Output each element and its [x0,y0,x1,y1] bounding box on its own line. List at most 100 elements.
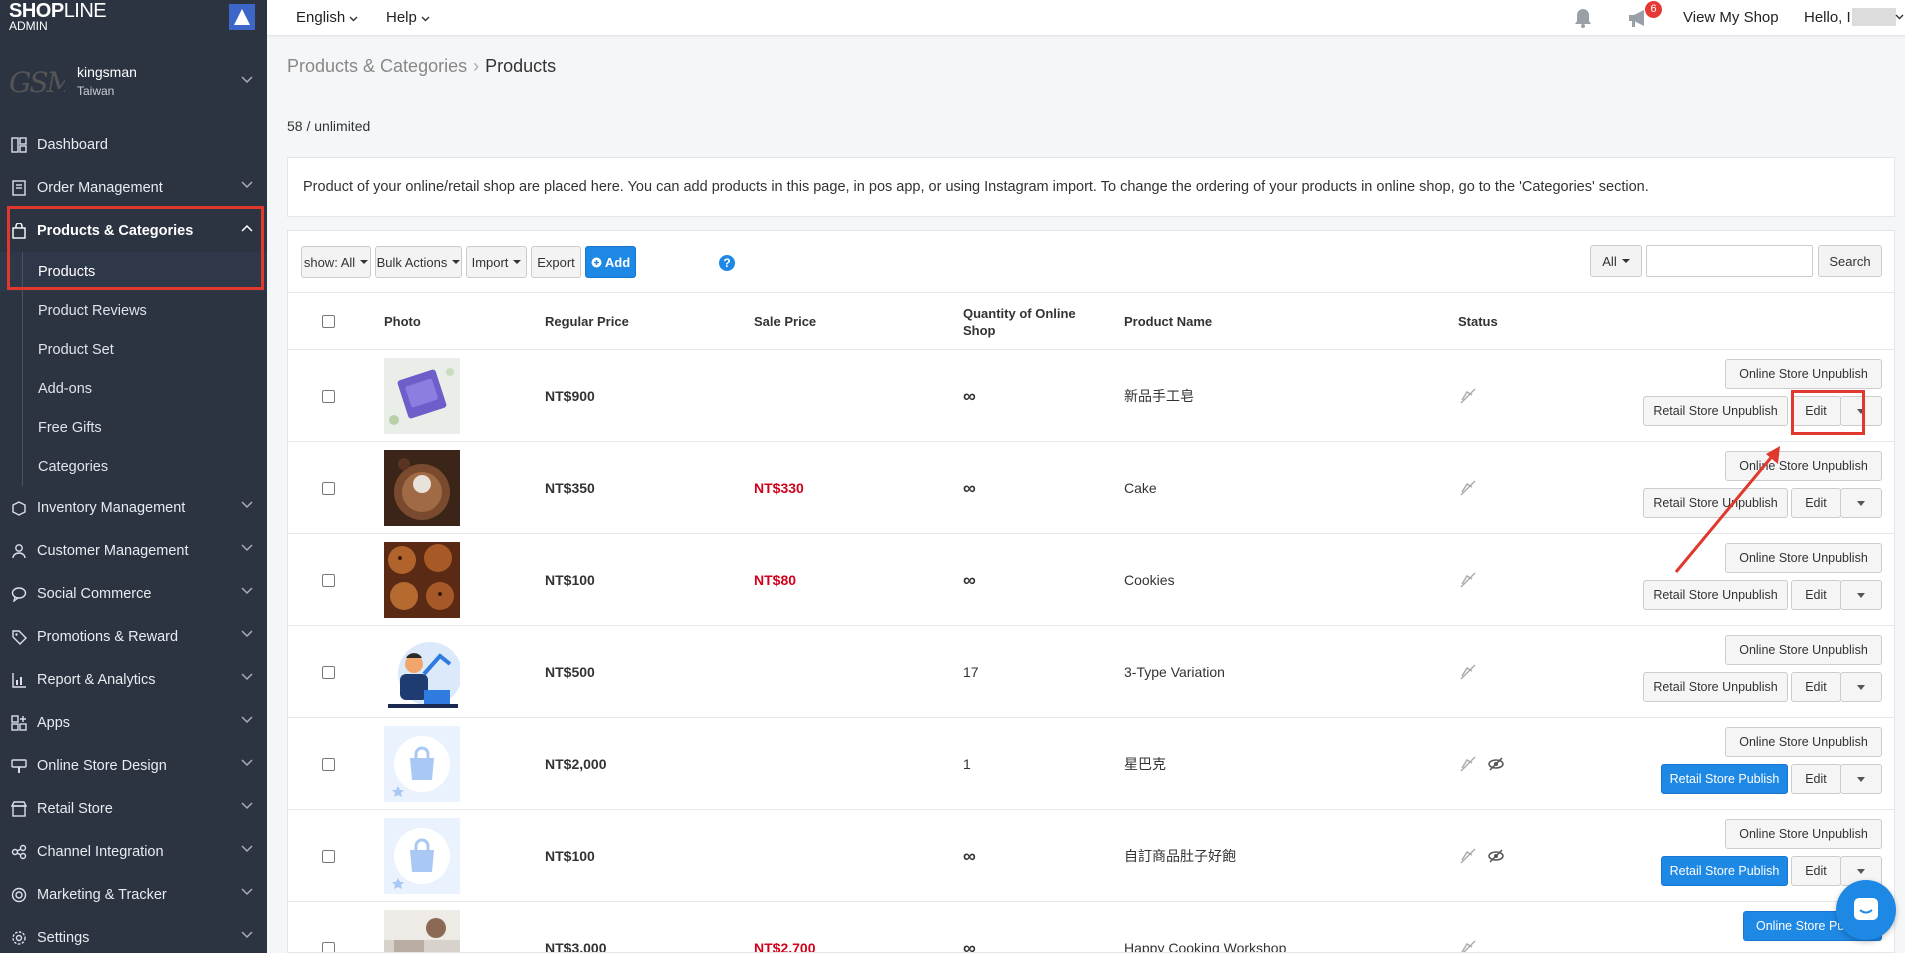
import-dropdown[interactable]: Import [466,246,527,278]
checkbox[interactable] [322,941,335,952]
breadcrumb-parent[interactable]: Products & Categories [287,56,467,76]
row-actions-dropdown[interactable] [1840,488,1882,518]
user-greeting[interactable]: Hello, I [1804,9,1851,26]
table-row: NT$900 ∞ 新品手工皂 Online Store Unpublish Re… [288,350,1894,442]
checkbox[interactable] [322,849,335,863]
sale-price: NT$2,700 [754,940,816,953]
sidebar-item-channel-integration[interactable]: Channel Integration [0,830,267,873]
online-store-unpublish-button[interactable]: Online Store Unpublish [1725,359,1882,389]
checkbox[interactable] [322,573,335,587]
support-chat-button[interactable] [1836,880,1896,940]
row-checkbox[interactable] [322,626,335,718]
add-product-button[interactable]: Add [585,246,636,278]
product-photo[interactable] [384,542,460,618]
retail-store-publish-button[interactable]: Retail Store Publish [1661,856,1788,886]
sidebar-item-inventory-management[interactable]: Inventory Management [0,486,267,529]
checkbox[interactable] [322,665,335,679]
online-store-unpublish-button[interactable]: Online Store Unpublish [1725,543,1882,573]
select-all-checkbox[interactable] [322,293,335,350]
table-row: NT$100 ∞ 自訂商品肚子好飽 Online Store Unpublish… [288,810,1894,902]
row-actions-dropdown[interactable] [1840,672,1882,702]
show-filter-dropdown[interactable]: show: All [301,246,371,278]
sidebar-item-settings[interactable]: Settings [0,916,267,953]
hidden-status-icon [1460,572,1476,588]
sidebar-subitem-free-gifts[interactable]: Free Gifts [0,408,267,447]
quantity: ∞ [963,569,976,590]
edit-button[interactable]: Edit [1791,764,1841,794]
retail-store-unpublish-button[interactable]: Retail Store Unpublish [1643,488,1788,518]
checkbox[interactable] [322,757,335,771]
row-checkbox[interactable] [322,534,335,626]
edit-button[interactable]: Edit [1791,396,1841,426]
row-checkbox[interactable] [322,442,335,534]
sidebar-item-dashboard[interactable]: Dashboard [0,123,267,166]
row-checkbox[interactable] [322,902,335,952]
target-icon [10,886,28,904]
sidebar-subitem-product-reviews[interactable]: Product Reviews [0,291,267,330]
sidebar-item-social-commerce[interactable]: Social Commerce [0,572,267,615]
online-store-unpublish-button[interactable]: Online Store Unpublish [1725,819,1882,849]
bell-icon[interactable] [1572,7,1594,29]
product-placeholder-photo[interactable] [384,818,460,894]
sidebar-item-order-management[interactable]: Order Management [0,166,267,209]
header-quantity: Quantity of Online Shop [963,305,1076,338]
row-checkbox[interactable] [322,718,335,810]
sidebar-item-apps[interactable]: Apps [0,701,267,744]
sidebar-item-label: Online Store Design [37,757,167,774]
sidebar-item-retail-store[interactable]: Retail Store [0,787,267,830]
sidebar-subitem-add-ons[interactable]: Add-ons [0,369,267,408]
sidebar-item-customer-management[interactable]: Customer Management [0,529,267,572]
edit-button[interactable]: Edit [1791,488,1841,518]
product-photo[interactable] [384,450,460,526]
help-icon[interactable]: ? [719,255,735,271]
product-name: 新品手工皂 [1124,388,1194,404]
edit-button[interactable]: Edit [1791,856,1841,886]
export-button[interactable]: Export [531,246,581,278]
online-store-unpublish-button[interactable]: Online Store Unpublish [1725,727,1882,757]
search-button[interactable]: Search [1818,245,1882,277]
retail-store-unpublish-button[interactable]: Retail Store Unpublish [1643,672,1788,702]
shopline-logo[interactable]: SHOPLINE ADMIN [9,0,267,34]
retail-store-unpublish-button[interactable]: Retail Store Unpublish [1643,396,1788,426]
product-photo[interactable] [384,634,460,710]
chevron-down-icon [241,845,253,853]
checkbox[interactable] [322,315,335,328]
row-checkbox[interactable] [322,350,335,442]
sidebar-subitem-products[interactable]: Products [0,252,267,291]
language-dropdown[interactable]: English [296,9,358,26]
product-photo[interactable] [384,358,460,434]
bulk-actions-dropdown[interactable]: Bulk Actions [375,246,462,278]
row-actions-dropdown[interactable] [1840,580,1882,610]
online-store-unpublish-button[interactable]: Online Store Unpublish [1725,635,1882,665]
sidebar-item-report-analytics[interactable]: Report & Analytics [0,658,267,701]
chevron-down-icon [421,16,430,22]
online-store-unpublish-button[interactable]: Online Store Unpublish [1725,451,1882,481]
view-my-shop-link[interactable]: View My Shop [1683,9,1779,26]
account-switcher[interactable]: GSM kingsman Taiwan [0,58,267,110]
checkbox[interactable] [322,389,335,403]
sidebar-subitem-categories[interactable]: Categories [0,447,267,486]
bag-icon [10,222,28,240]
retail-store-publish-button[interactable]: Retail Store Publish [1661,764,1788,794]
help-dropdown[interactable]: Help [386,9,430,26]
sidebar-item-online-store-design[interactable]: Online Store Design [0,744,267,787]
edit-button[interactable]: Edit [1791,672,1841,702]
edit-button[interactable]: Edit [1791,580,1841,610]
product-name: Cookies [1124,572,1175,588]
sidebar-item-marketing-tracker[interactable]: Marketing & Tracker [0,873,267,916]
page-title: Products [485,56,557,76]
search-scope-dropdown[interactable]: All [1590,245,1642,277]
sidebar-item-promotions-reward[interactable]: Promotions & Reward [0,615,267,658]
sidebar-subitem-product-set[interactable]: Product Set [0,330,267,369]
chevron-down-icon[interactable] [1895,14,1904,20]
header-photo: Photo [384,314,421,329]
row-checkbox[interactable] [322,810,335,902]
retail-store-unpublish-button[interactable]: Retail Store Unpublish [1643,580,1788,610]
checkbox[interactable] [322,481,335,495]
row-actions-dropdown[interactable] [1840,764,1882,794]
row-actions-dropdown[interactable] [1840,396,1882,426]
product-placeholder-photo[interactable] [384,726,460,802]
product-photo[interactable] [384,910,460,952]
sidebar-item-products-categories[interactable]: Products & Categories [0,209,267,252]
search-input[interactable] [1646,245,1813,277]
